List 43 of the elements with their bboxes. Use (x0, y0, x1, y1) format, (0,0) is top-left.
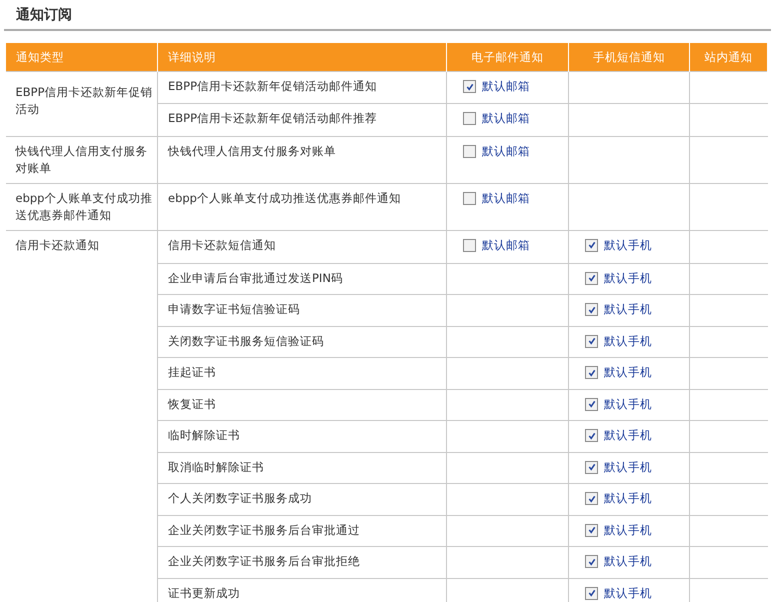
page-title: 通知订阅 (16, 6, 72, 24)
checkbox[interactable] (585, 366, 598, 379)
checkbox[interactable] (585, 334, 598, 348)
checkbox[interactable] (585, 555, 598, 568)
detail-cell: EBPP信用卡还款新年促销活动邮件通知 (158, 72, 446, 103)
checkbox[interactable] (585, 460, 598, 474)
checkbox[interactable] (585, 429, 598, 442)
detail-cell: 企业申请后台审批通过发送PIN码 (158, 263, 446, 294)
detail-cell: 挂起证书 (158, 358, 446, 389)
column-header: 通知类型 (6, 43, 158, 72)
checkbox[interactable] (463, 144, 476, 158)
column-header: 电子邮件通知 (446, 43, 568, 72)
detail-cell: 企业关闭数字证书服务后台审批通过 (158, 515, 446, 546)
checkbox[interactable] (585, 524, 598, 536)
detail-cell: 关闭数字证书服务短信验证码 (158, 326, 446, 358)
detail-cell: EBPP信用卡还款新年促销活动邮件推荐 (158, 103, 446, 136)
detail-cell: 个人关闭数字证书服务成功 (158, 484, 446, 515)
checkbox[interactable] (463, 80, 476, 93)
email-option[interactable]: 默认邮箱 (463, 142, 530, 160)
detail-cell: 快钱代理人信用支付服务对账单 (158, 136, 446, 183)
column-header: 站内通知 (690, 43, 768, 72)
detail-cell: 临时解除证书 (158, 420, 446, 452)
checkbox[interactable] (463, 112, 476, 124)
detail-cell: 信用卡还款短信通知 (158, 230, 446, 263)
type-cell: EBPP信用卡还款新年促销活动 (6, 72, 158, 136)
detail-cell: ebpp个人账单支付成功推送优惠券邮件通知 (158, 183, 446, 230)
checkbox[interactable] (585, 238, 598, 252)
type-cell: ebpp个人账单支付成功推送优惠券邮件通知 (6, 183, 158, 230)
detail-cell: 申请数字证书短信验证码 (158, 294, 446, 326)
checkbox[interactable] (463, 238, 476, 252)
detail-cell: 企业关闭数字证书服务后台审批拒绝 (158, 546, 446, 578)
column-header: 手机短信通知 (568, 43, 690, 72)
checkbox[interactable] (585, 272, 598, 284)
column-header: 详细说明 (158, 43, 446, 72)
detail-cell: 取消临时解除证书 (158, 452, 446, 484)
checkbox[interactable] (585, 586, 598, 600)
detail-cell: 恢复证书 (158, 389, 446, 420)
email-option[interactable]: 默认邮箱 (463, 190, 530, 206)
checkbox[interactable] (585, 492, 598, 505)
checkbox[interactable] (463, 192, 476, 204)
checkbox[interactable] (585, 303, 598, 316)
type-cell: 快钱代理人信用支付服务对账单 (6, 136, 158, 183)
checkbox[interactable] (585, 398, 598, 410)
